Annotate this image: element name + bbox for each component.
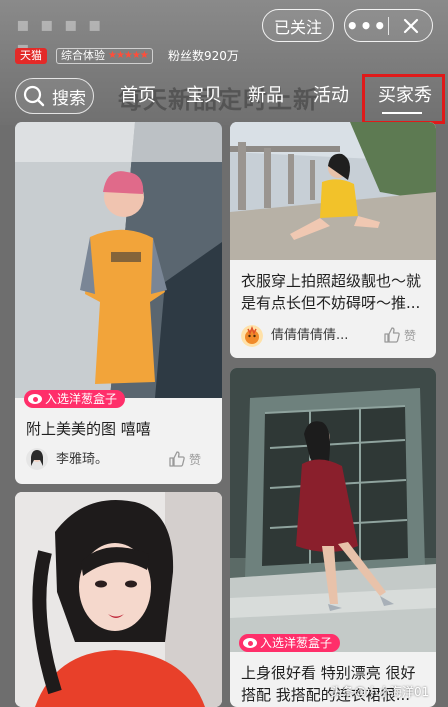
eye-icon [243, 638, 257, 648]
post-title: 衣服穿上拍照超级靓也～就是有点长但不妨碍呀～推... [241, 272, 422, 312]
active-tab-highlight [362, 74, 445, 124]
tab-new[interactable]: 新品 [248, 84, 284, 108]
post-photo [15, 122, 222, 398]
watermark: 头条@小小海洋01 [330, 685, 430, 699]
tab-activity[interactable]: 活动 [313, 84, 349, 108]
post-photo [230, 122, 436, 260]
buyer-show-card[interactable]: 衣服穿上拍照超级靓也～就是有点长但不妨碍呀～推... 倩倩倩倩倩... 赞 [230, 122, 436, 358]
post-photo [15, 492, 222, 707]
eye-icon [28, 394, 42, 404]
like-button[interactable]: 赞 [383, 326, 416, 344]
post-title: 附上美美的图 嘻嘻 [26, 420, 151, 438]
author-avatar [241, 325, 263, 347]
followed-button[interactable]: 已关注 [262, 9, 334, 42]
close-icon [403, 18, 418, 33]
active-tab-underline [382, 112, 422, 114]
like-button[interactable]: 赞 [168, 450, 201, 468]
pick-tag-label: 入选洋葱盒子 [260, 636, 333, 650]
shop-name: ▪ ▪ ▪ ▪ ▪ [16, 12, 104, 60]
more-button[interactable]: ••• [345, 11, 388, 41]
tab-home[interactable]: 首页 [120, 84, 156, 108]
search-icon [23, 85, 45, 107]
search-label: 搜索 [52, 88, 86, 109]
author-avatar [26, 448, 48, 470]
star-rating-icon: ★★★★★ [108, 50, 149, 61]
fans-count: 粉丝数920万 [168, 49, 239, 63]
experience-label: 综合体验 [61, 49, 105, 62]
author-name[interactable]: 李雅琦。 [56, 450, 108, 470]
buyer-show-card[interactable]: 入选洋葱盒子 上身很好看 特别漂亮 很好搭配 我搭配的连衣裙很... [230, 368, 436, 707]
experience-badge: 综合体验 ★★★★★ [56, 48, 153, 64]
buyer-show-card[interactable]: 入选洋葱盒子 附上美美的图 嘻嘻 李雅琦。 赞 [15, 122, 222, 484]
buyer-show-card[interactable] [15, 492, 222, 707]
tab-products[interactable]: 宝贝 [186, 84, 222, 108]
search-button[interactable]: 搜索 [15, 78, 94, 114]
pick-tag: 入选洋葱盒子 [239, 634, 341, 652]
pick-tag-label: 入选洋葱盒子 [45, 392, 118, 406]
tmall-badge: 天猫 [15, 48, 47, 64]
like-label: 赞 [189, 452, 202, 467]
thumbs-up-icon [384, 327, 400, 343]
thumbs-up-icon [169, 451, 185, 467]
author-name[interactable]: 倩倩倩倩倩... [271, 326, 348, 346]
post-photo [230, 368, 436, 652]
mini-program-capsule: ••• [344, 9, 433, 42]
close-button[interactable] [389, 18, 432, 34]
like-label: 赞 [404, 328, 417, 343]
pick-tag: 入选洋葱盒子 [24, 390, 126, 408]
